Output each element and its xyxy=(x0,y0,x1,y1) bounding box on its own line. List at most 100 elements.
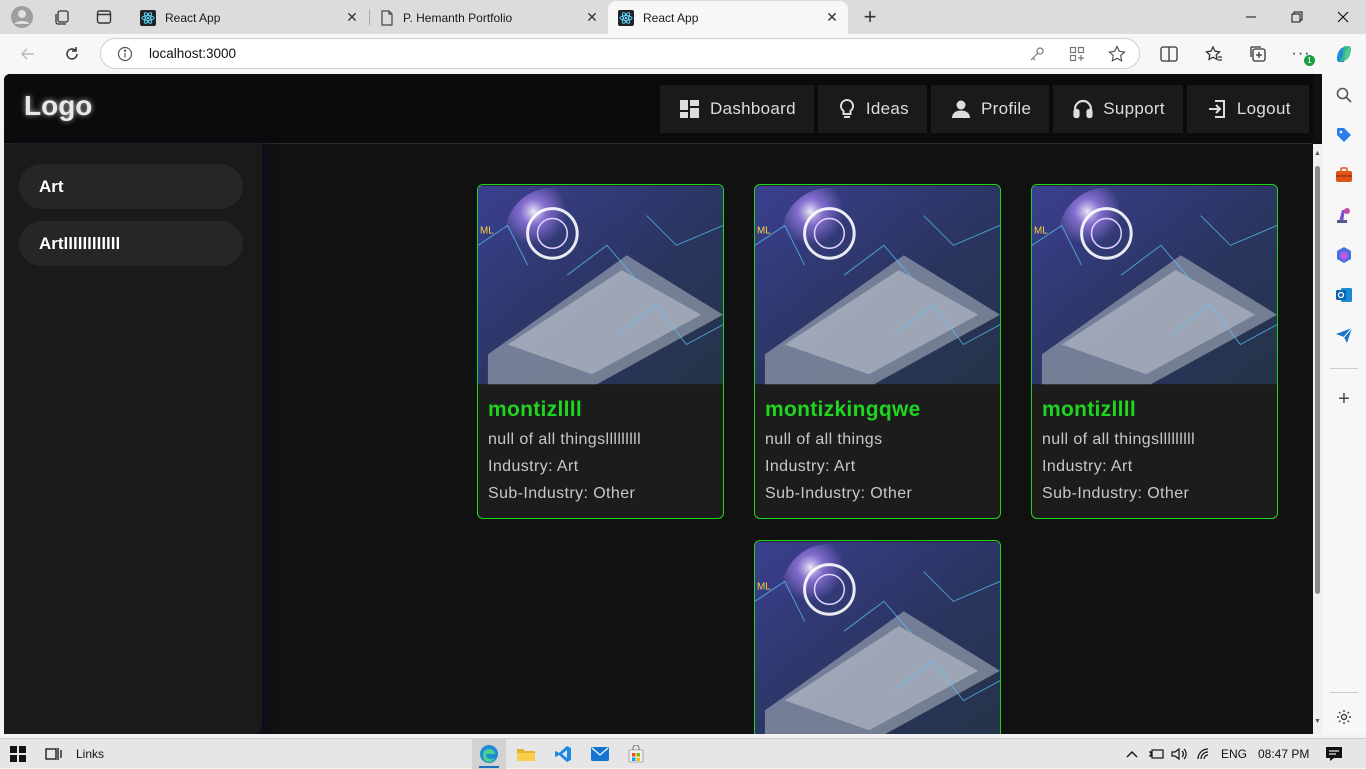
close-tab-icon[interactable]: ✕ xyxy=(344,9,360,25)
chevron-up-icon[interactable] xyxy=(1122,744,1142,764)
settings-gear-icon[interactable] xyxy=(1333,706,1355,728)
tab-react-app-1[interactable]: React App ✕ xyxy=(130,1,368,34)
microsoft-store-icon[interactable] xyxy=(626,744,646,764)
favorite-star-icon[interactable] xyxy=(1107,44,1127,64)
copilot-icon[interactable] xyxy=(1330,40,1358,68)
scrollbar-thumb[interactable] xyxy=(1315,166,1320,594)
page-viewport: Logo Dashboard Ideas Profile Support Log… xyxy=(4,74,1322,734)
nav-support[interactable]: Support xyxy=(1053,85,1183,133)
idea-card[interactable]: ML montizllll null of all thingsllllllll… xyxy=(477,184,724,519)
scroll-up-icon[interactable]: ▲ xyxy=(1314,150,1321,157)
main-nav: Dashboard Ideas Profile Support Logout xyxy=(660,85,1309,133)
headset-icon xyxy=(1073,99,1093,119)
card-title: montizllll xyxy=(1042,398,1136,421)
search-icon[interactable] xyxy=(1333,84,1355,106)
card-image: ML xyxy=(478,185,723,385)
card-description: null of all thingslllllllll xyxy=(488,431,642,448)
scroll-down-icon[interactable]: ▼ xyxy=(1314,718,1321,725)
nav-dashboard[interactable]: Dashboard xyxy=(660,85,814,133)
windows-start-icon[interactable] xyxy=(8,744,28,764)
logo[interactable]: Logo xyxy=(24,90,92,122)
svg-text:ML: ML xyxy=(757,581,771,592)
send-icon[interactable] xyxy=(1333,324,1355,346)
mail-icon[interactable] xyxy=(590,744,610,764)
extension-badge: 1 xyxy=(1304,55,1315,66)
idea-card[interactable]: ML xyxy=(754,540,1001,734)
split-screen-icon[interactable] xyxy=(1155,40,1183,68)
vscode-icon[interactable] xyxy=(553,744,573,764)
back-icon[interactable] xyxy=(14,40,42,68)
nav-label: Logout xyxy=(1236,99,1291,118)
collections-icon[interactable] xyxy=(1244,40,1272,68)
page-icon xyxy=(381,9,393,26)
tab-react-app-active[interactable]: React App ✕ xyxy=(608,1,848,34)
nav-ideas[interactable]: Ideas xyxy=(817,85,927,133)
profile-avatar-icon[interactable] xyxy=(10,5,34,29)
svg-text:ML: ML xyxy=(480,225,494,236)
url-text[interactable]: localhost:3000 xyxy=(149,46,236,61)
card-description: null of all things xyxy=(765,431,883,448)
card-industry: Industry: Art xyxy=(1042,458,1133,475)
favorites-icon[interactable] xyxy=(1200,40,1228,68)
category-sidebar: Art Artllllllllllll xyxy=(4,144,262,734)
idea-card[interactable]: ML montizllll null of all thingsllllllll… xyxy=(1031,184,1278,519)
windows-taskbar: Links ENG 08:47 PM xyxy=(0,738,1366,769)
edge-browser-icon[interactable] xyxy=(479,744,499,764)
refresh-icon[interactable] xyxy=(58,40,86,68)
file-explorer-icon[interactable] xyxy=(516,744,536,764)
app-install-icon[interactable] xyxy=(1067,44,1087,64)
microsoft365-icon[interactable] xyxy=(1333,244,1355,266)
svg-text:ML: ML xyxy=(1034,225,1048,236)
card-sub-industry: Sub-Industry: Other xyxy=(765,485,913,502)
person-icon xyxy=(951,100,971,118)
tab-portfolio[interactable]: P. Hemanth Portfolio ✕ xyxy=(370,1,608,34)
volume-icon[interactable] xyxy=(1170,744,1190,764)
nav-profile[interactable]: Profile xyxy=(930,85,1050,133)
tab-title: React App xyxy=(643,10,699,25)
add-icon[interactable]: + xyxy=(1333,388,1355,410)
tools-icon[interactable] xyxy=(1333,164,1355,186)
idea-card[interactable]: ML montizkingqwe null of all things Indu… xyxy=(754,184,1001,519)
logout-icon xyxy=(1207,99,1227,119)
category-art[interactable]: Art xyxy=(19,164,243,209)
ideas-grid: ML montizllll null of all thingsllllllll… xyxy=(274,144,1313,734)
outlook-icon[interactable] xyxy=(1333,284,1355,306)
svg-text:ML: ML xyxy=(757,225,771,236)
wifi-icon[interactable] xyxy=(1195,744,1215,764)
category-artlll[interactable]: Artllllllllllll xyxy=(19,221,243,266)
card-industry: Industry: Art xyxy=(488,458,579,475)
restore-icon[interactable] xyxy=(1274,0,1320,34)
card-sub-industry: Sub-Industry: Other xyxy=(488,485,636,502)
games-icon[interactable] xyxy=(1333,204,1355,226)
page-scrollbar[interactable]: ▲ ▼ xyxy=(1313,144,1322,734)
address-toolbar: localhost:3000 ··· 1 xyxy=(0,34,1366,74)
close-window-icon[interactable] xyxy=(1320,0,1366,34)
nav-logout[interactable]: Logout xyxy=(1186,85,1309,133)
notifications-icon[interactable] xyxy=(1324,744,1344,764)
card-image: ML xyxy=(1032,185,1277,385)
close-tab-icon[interactable]: ✕ xyxy=(584,9,600,25)
more-menu-icon[interactable]: ··· 1 xyxy=(1287,40,1315,68)
clock[interactable]: 08:47 PM xyxy=(1258,747,1309,761)
language-indicator[interactable]: ENG xyxy=(1221,747,1247,761)
site-info-icon[interactable] xyxy=(115,44,135,64)
card-industry: Industry: Art xyxy=(765,458,856,475)
close-tab-icon[interactable]: ✕ xyxy=(824,9,840,25)
minimize-icon[interactable] xyxy=(1228,0,1274,34)
key-icon[interactable] xyxy=(1027,44,1047,64)
new-tab-icon[interactable]: + xyxy=(858,4,882,29)
shopping-tag-icon[interactable] xyxy=(1333,124,1355,146)
lightbulb-icon xyxy=(838,98,856,120)
battery-icon[interactable] xyxy=(1146,744,1166,764)
address-bar[interactable]: localhost:3000 xyxy=(100,38,1140,69)
app-header: Logo Dashboard Ideas Profile Support Log… xyxy=(4,74,1313,144)
tab-actions-icon[interactable] xyxy=(92,5,116,29)
links-toolbar-label[interactable]: Links xyxy=(76,747,104,761)
nav-label: Profile xyxy=(980,99,1032,118)
nav-label: Ideas xyxy=(865,99,909,118)
workspaces-icon[interactable] xyxy=(50,5,74,29)
task-view-icon[interactable] xyxy=(44,744,64,764)
card-title: montizllll xyxy=(488,398,582,421)
dashboard-icon xyxy=(680,100,700,118)
card-image: ML xyxy=(755,185,1000,385)
